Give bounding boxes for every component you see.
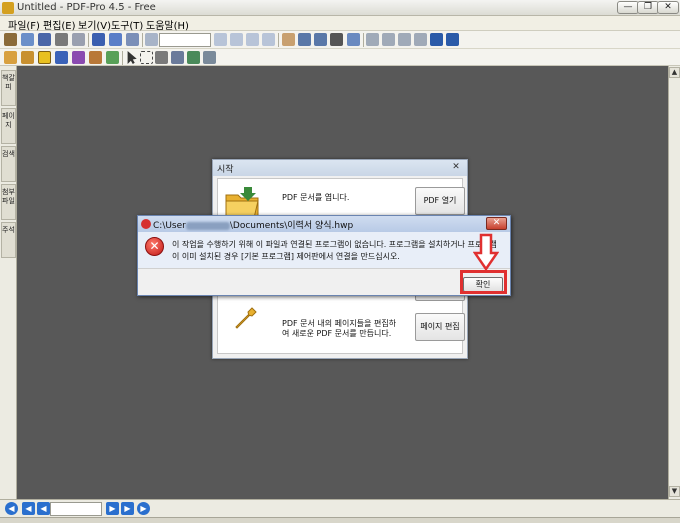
error-message: 이 작업을 수행하기 위해 이 파일과 연결된 프로그램이 없습니다. 프로그램… [172,240,497,261]
text-highlight-icon[interactable] [38,51,51,64]
page-layout-icon[interactable] [92,33,105,46]
first-page-nav-icon[interactable]: ◀ [22,502,35,515]
scroll-down-icon[interactable]: ▼ [669,486,680,497]
menu-edit[interactable]: 편집(E) [43,17,76,32]
edit-pages-description-line1: PDF 문서 내의 페이지들을 편집하 [282,319,397,328]
new-file-icon[interactable] [21,33,34,46]
menu-tools[interactable]: 도구(T) [111,17,143,32]
facing-page-icon[interactable] [398,33,411,46]
text-box-icon[interactable] [55,51,68,64]
hand-tool-icon[interactable] [282,33,295,46]
separator [278,33,279,47]
error-icon: ✕ [145,237,164,256]
left-sidebar: 책갈피 페이지 검색 첨부파일 주석 [0,66,17,499]
separator [363,33,364,47]
main-toolbar [0,31,680,49]
sidebar-tab-bookmarks[interactable]: 책갈피 [1,70,16,106]
email-icon[interactable] [72,33,85,46]
menu-view[interactable]: 보기(V) [78,17,111,32]
back-icon[interactable]: ◀ [5,502,18,515]
error-title-path-start: C:\User [153,221,186,231]
rotate-left-icon[interactable] [430,33,443,46]
error-dialog-footer: 확인 [138,268,510,295]
error-title-path-end: \Documents\이력서 양식.hwp [229,221,354,231]
start-dialog-titlebar: 시작 ✕ [213,160,467,176]
error-dialog: C:\User \Documents\이력서 양식.hwp ✕ ✕ 이 작업을 수… [137,215,511,296]
rotate-right-icon[interactable] [446,33,459,46]
stamp-icon[interactable] [4,51,17,64]
wrench-icon [222,297,262,337]
text-field-icon[interactable] [72,51,85,64]
restore-button[interactable]: ❐ [637,1,659,14]
error-small-icon [141,219,151,229]
page-insert-icon[interactable] [109,33,122,46]
open-pdf-description: PDF 문서를 엽니다. [282,193,350,202]
menu-bar: 파일(F) 편집(E) 보기(V) 도구(T) 도움말(H) [0,16,680,32]
window-title: Untitled - PDF-Pro 4.5 - Free [17,2,156,13]
open-folder-icon[interactable] [4,33,17,46]
app-logo-icon [2,2,14,14]
vertical-scrollbar[interactable]: ▲ ▼ [668,66,680,499]
taskbar-strip [0,517,680,523]
edit-pages-description-line2: 여 새로운 PDF 문서를 만듭니다. [282,329,392,338]
last-page-icon[interactable] [262,33,275,46]
sticky-note-icon[interactable] [106,51,119,64]
annotation-toolbar [0,49,680,66]
page-number-input[interactable] [159,33,211,47]
bottom-nav-bar: ◀ ◀ ◀ ▶ ▶ ▶ [0,499,680,517]
sidebar-tab-comments[interactable]: 주석 [1,222,16,258]
scroll-up-icon[interactable]: ▲ [669,67,680,78]
zoom-in-icon[interactable] [298,33,311,46]
select-area-icon[interactable] [140,51,153,64]
error-dialog-close-button[interactable]: ✕ [486,217,507,230]
crop-icon[interactable] [171,51,184,64]
pencil-icon[interactable] [21,51,34,64]
zoom-out-icon[interactable] [314,33,327,46]
sidebar-tab-search[interactable]: 검색 [1,146,16,182]
select-text-icon[interactable] [155,51,168,64]
blurred-username [185,221,230,230]
menu-help[interactable]: 도움말(H) [146,17,189,32]
continuous-page-icon[interactable] [382,33,395,46]
next-page-icon[interactable] [246,33,259,46]
select-arrow-icon[interactable] [127,51,137,64]
save-icon[interactable] [38,33,51,46]
separator [88,33,89,47]
single-page-icon[interactable] [366,33,379,46]
image-tool-icon[interactable] [203,51,216,64]
error-dialog-titlebar: C:\User \Documents\이력서 양식.hwp ✕ [138,216,510,232]
link-icon[interactable] [187,51,200,64]
separator [122,51,123,65]
page-icon[interactable] [145,33,158,46]
sidebar-tab-attachments[interactable]: 첨부파일 [1,184,16,220]
sidebar-tab-pages[interactable]: 페이지 [1,108,16,144]
last-page-nav-icon[interactable]: ▶ [121,502,134,515]
page-export-icon[interactable] [126,33,139,46]
first-page-icon[interactable] [214,33,227,46]
edit-pages-button[interactable]: 페이지 편집 [415,313,465,341]
prev-page-icon[interactable] [230,33,243,46]
menu-file[interactable]: 파일(F) [8,17,40,32]
highlight-box [460,270,507,294]
start-dialog-close-button[interactable]: ✕ [449,162,463,173]
next-page-nav-icon[interactable]: ▶ [106,502,119,515]
snapshot-icon[interactable] [330,33,343,46]
error-dialog-title: C:\User \Documents\이력서 양식.hwp [153,218,353,231]
search-icon[interactable] [347,33,360,46]
open-pdf-button[interactable]: PDF 열기 [415,187,465,215]
close-button[interactable]: ✕ [657,1,679,14]
title-bar: Untitled - PDF-Pro 4.5 - Free — ❐ ✕ [0,0,680,16]
forward-icon[interactable]: ▶ [137,502,150,515]
separator [142,33,143,47]
fit-width-icon[interactable] [414,33,427,46]
print-icon[interactable] [55,33,68,46]
minimize-button[interactable]: — [617,1,639,14]
page-nav-input[interactable] [50,502,102,516]
start-dialog-title: 시작 [217,165,234,175]
prev-page-nav-icon[interactable]: ◀ [37,502,50,515]
down-arrow-icon [473,233,499,271]
signature-icon[interactable] [89,51,102,64]
